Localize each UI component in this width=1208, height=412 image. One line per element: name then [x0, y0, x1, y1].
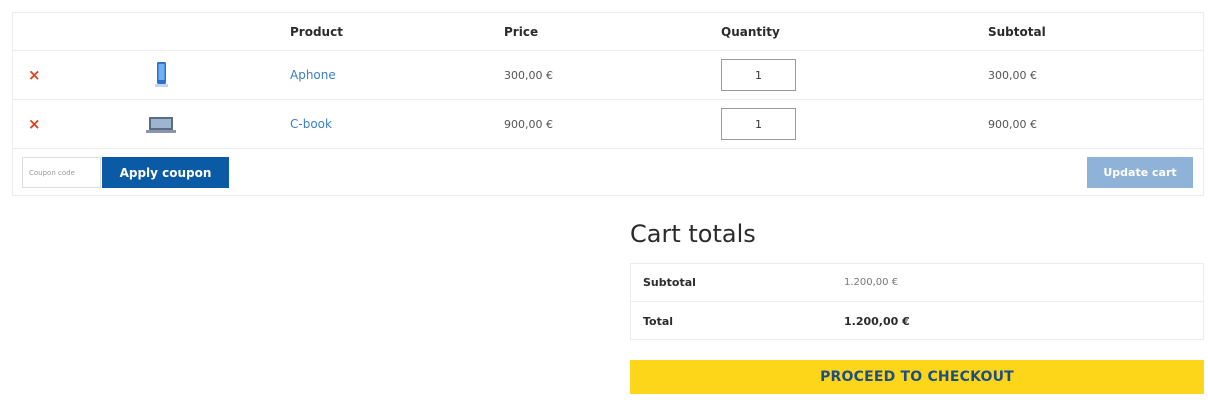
quantity-input[interactable] [721, 108, 796, 140]
cart-header-row: Product Price Quantity Subtotal [13, 13, 1203, 51]
product-thumbnail[interactable] [143, 100, 179, 148]
remove-item-button[interactable]: × [28, 100, 41, 148]
laptop-thumbnail-icon[interactable] [143, 109, 179, 139]
totals-subtotal-label: Subtotal [643, 276, 696, 289]
item-price: 900,00 € [504, 117, 553, 131]
product-thumbnail[interactable] [143, 51, 179, 99]
cart-totals-table: Subtotal 1.200,00 € Total 1.200,00 € [630, 263, 1204, 340]
totals-total-row: Total 1.200,00 € [631, 302, 1203, 340]
totals-subtotal-row: Subtotal 1.200,00 € [631, 264, 1203, 302]
cart-actions-row: Apply coupon Update cart [13, 149, 1203, 196]
cart-table: Product Price Quantity Subtotal × Aphone… [12, 12, 1204, 196]
proceed-to-checkout-button[interactable]: PROCEED TO CHECKOUT [630, 360, 1204, 394]
product-link[interactable]: C-book [290, 117, 332, 131]
apply-coupon-button[interactable]: Apply coupon [102, 157, 229, 188]
header-price: Price [504, 24, 539, 39]
item-subtotal: 300,00 € [988, 68, 1037, 82]
cart-item-row: × C-book 900,00 € 900,00 € [13, 100, 1203, 149]
quantity-input[interactable] [721, 59, 796, 91]
totals-total-label: Total [643, 314, 674, 328]
close-icon[interactable]: × [28, 67, 41, 83]
totals-total-value: 1.200,00 € [844, 314, 910, 328]
item-subtotal: 900,00 € [988, 117, 1037, 131]
coupon-code-input[interactable] [22, 157, 101, 188]
phone-thumbnail-icon[interactable] [143, 60, 179, 90]
totals-subtotal-value: 1.200,00 € [844, 277, 899, 288]
update-cart-button[interactable]: Update cart [1087, 157, 1193, 188]
item-price: 300,00 € [504, 68, 553, 82]
cart-totals-title: Cart totals [630, 220, 756, 248]
header-quantity: Quantity [721, 24, 780, 39]
cart-item-row: × Aphone 300,00 € 300,00 € [13, 51, 1203, 100]
header-product: Product [290, 24, 343, 39]
header-subtotal: Subtotal [988, 24, 1046, 39]
remove-item-button[interactable]: × [28, 51, 41, 99]
product-link[interactable]: Aphone [290, 68, 336, 82]
close-icon[interactable]: × [28, 116, 41, 132]
